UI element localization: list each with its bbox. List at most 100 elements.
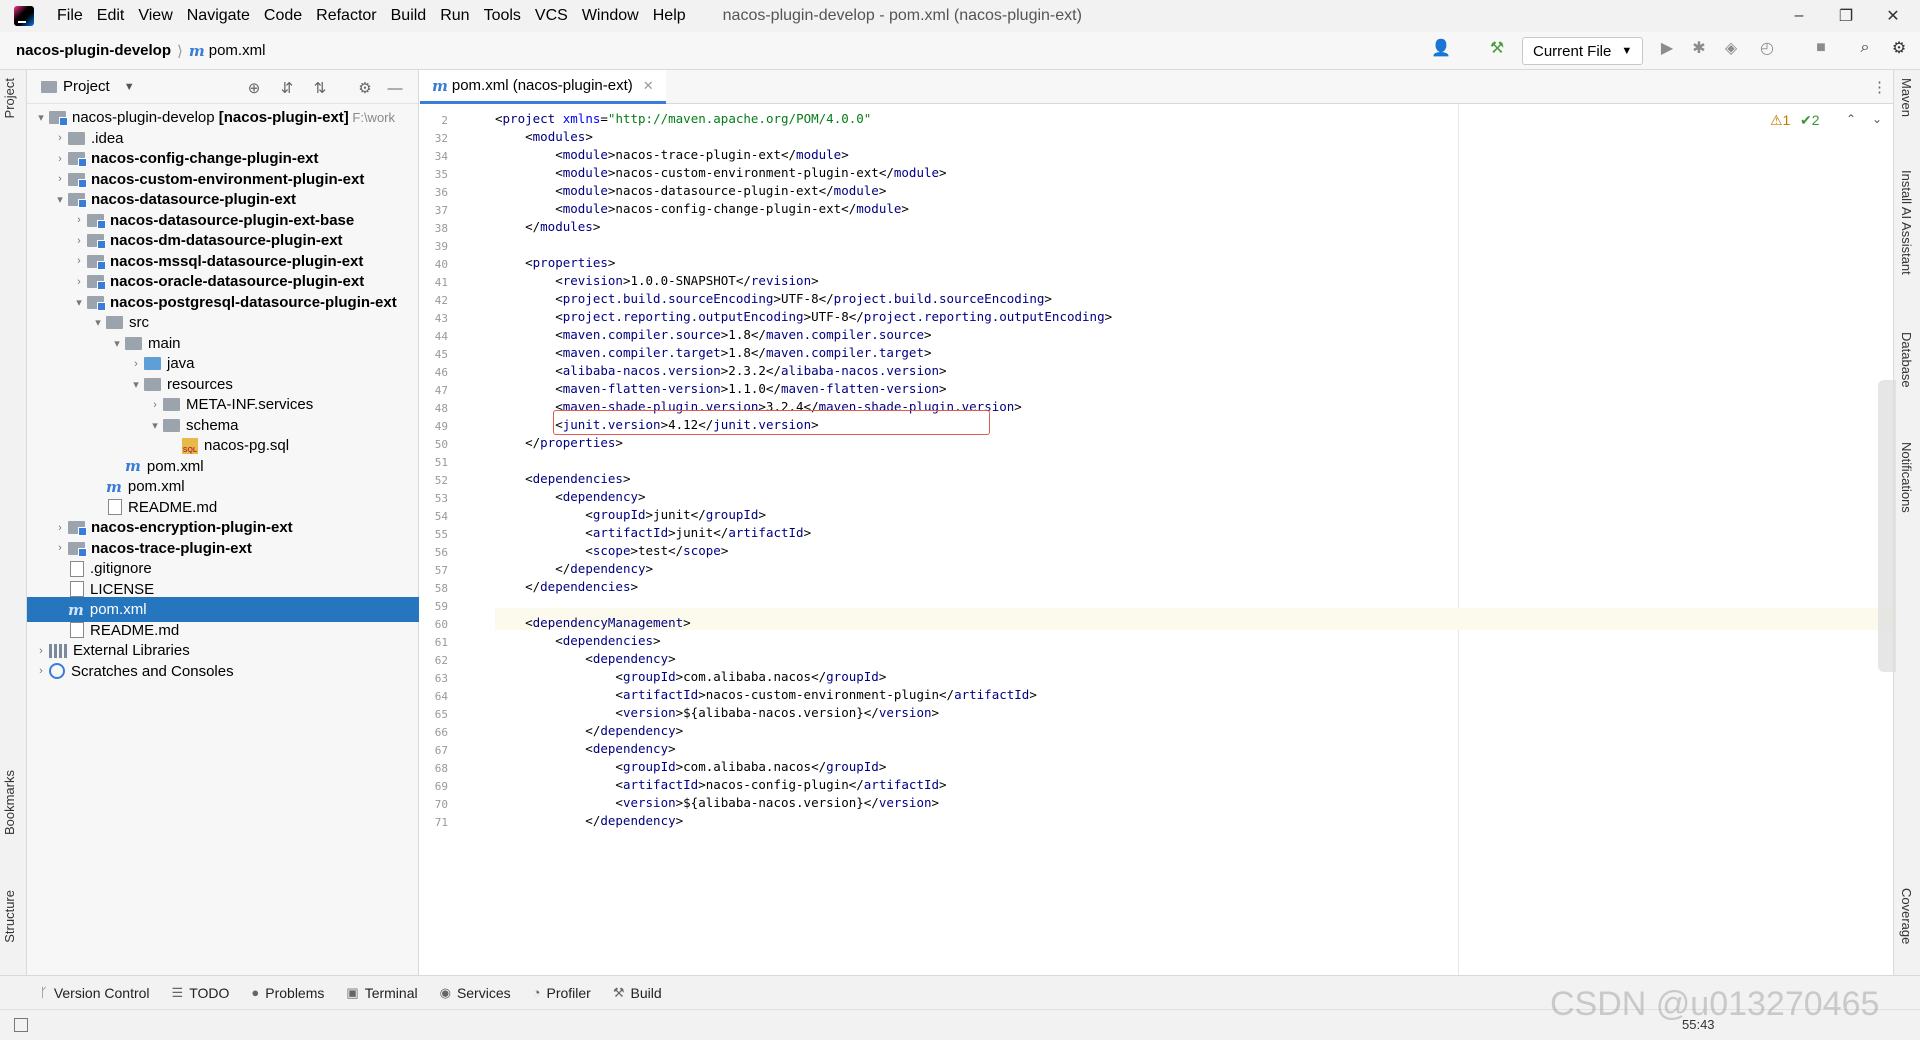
- breadcrumb-project[interactable]: nacos-plugin-develop: [16, 42, 171, 59]
- tool-window-terminal[interactable]: ▣ Terminal: [346, 985, 417, 1001]
- project-tool-tab[interactable]: Project: [2, 78, 17, 118]
- close-window-button[interactable]: ✕: [1870, 0, 1916, 32]
- next-highlight-icon[interactable]: ⌄: [1872, 112, 1882, 126]
- chevron-down-icon[interactable]: ▾: [52, 193, 68, 206]
- close-tab-icon[interactable]: ✕: [643, 78, 654, 94]
- chevron-right-icon[interactable]: ›: [52, 153, 68, 165]
- more-options-icon[interactable]: ⋮: [1872, 78, 1887, 96]
- inspection-ok-count[interactable]: ✔2: [1800, 112, 1820, 129]
- chevron-right-icon[interactable]: ›: [147, 399, 163, 411]
- tab-pom-xml[interactable]: m pom.xml (nacos-plugin-ext) ✕: [420, 70, 666, 104]
- warning-count[interactable]: ⚠1: [1770, 112, 1790, 129]
- menu-item-help[interactable]: Help: [646, 0, 693, 32]
- menu-item-view[interactable]: View: [131, 0, 179, 32]
- code-line[interactable]: </properties>: [495, 432, 623, 454]
- collapse-all-icon[interactable]: ⇅: [310, 78, 330, 98]
- line-number: 58: [434, 582, 448, 595]
- hide-panel-icon[interactable]: —: [385, 78, 405, 98]
- chevron-down-icon[interactable]: ▾: [90, 316, 106, 329]
- chevron-right-icon[interactable]: ›: [52, 173, 68, 185]
- user-icon[interactable]: 👤: [1430, 37, 1452, 59]
- run-config-select[interactable]: Current File ▼: [1522, 37, 1643, 65]
- chevron-right-icon[interactable]: ›: [33, 645, 49, 657]
- module-folder-icon: [87, 254, 106, 270]
- menu-item-window[interactable]: Window: [575, 0, 646, 32]
- project-panel-title[interactable]: Project: [63, 78, 110, 95]
- menu-item-tools[interactable]: Tools: [477, 0, 528, 32]
- menu-item-build[interactable]: Build: [384, 0, 434, 32]
- settings-gear-icon[interactable]: ⚙: [1888, 37, 1910, 59]
- menu-item-refactor[interactable]: Refactor: [309, 0, 383, 32]
- build-hammer-icon[interactable]: ⚒: [1486, 37, 1508, 59]
- coverage-tool-tab[interactable]: Coverage: [1899, 888, 1914, 944]
- chevron-right-icon[interactable]: ›: [71, 235, 87, 247]
- stop-icon[interactable]: ■: [1810, 37, 1832, 59]
- menu-item-vcs[interactable]: VCS: [528, 0, 575, 32]
- chevron-right-icon[interactable]: ›: [71, 214, 87, 226]
- menu-item-file[interactable]: File: [50, 0, 90, 32]
- breadcrumb-file[interactable]: pom.xml: [209, 42, 266, 59]
- tool-window-version-control[interactable]: ᚴ Version Control: [40, 985, 150, 1001]
- tree-item[interactable]: › Scratches and Consoles: [27, 659, 419, 684]
- tree-item-label: main: [148, 334, 181, 352]
- prev-highlight-icon[interactable]: ⌃: [1846, 112, 1856, 126]
- coverage-run-icon[interactable]: ◈: [1720, 37, 1742, 59]
- line-number: 35: [434, 168, 448, 181]
- tool-window-todo[interactable]: ☰ TODO: [172, 985, 230, 1001]
- debug-icon[interactable]: ✱: [1688, 37, 1710, 59]
- chevron-right-icon[interactable]: ›: [128, 358, 144, 370]
- locate-file-icon[interactable]: ⊕: [244, 78, 264, 98]
- database-tool-tab[interactable]: Database: [1899, 332, 1914, 388]
- code-editor[interactable]: 2 <project xmlns="http://maven.apache.org…: [420, 104, 1893, 975]
- chevron-right-icon[interactable]: ›: [71, 276, 87, 288]
- notifications-tool-tab[interactable]: Notifications: [1899, 442, 1914, 513]
- tree-item-label: nacos-datasource-plugin-ext-base: [110, 211, 355, 229]
- chevron-right-icon[interactable]: ›: [52, 542, 68, 554]
- structure-tool-tab[interactable]: Structure: [2, 890, 17, 943]
- chevron-down-icon[interactable]: ▼: [124, 81, 135, 93]
- module-folder-icon: [68, 152, 87, 167]
- expand-all-icon[interactable]: ⇵: [277, 78, 297, 98]
- line-number: 50: [434, 438, 448, 451]
- search-icon[interactable]: ⌕: [1854, 37, 1876, 59]
- tree-item-label: pom.xml: [89, 601, 147, 618]
- chevron-right-icon[interactable]: ›: [33, 665, 49, 677]
- code-line[interactable]: </dependencies>: [495, 576, 638, 598]
- ai-assistant-tool-tab[interactable]: Install AI Assistant: [1899, 170, 1914, 275]
- line-number: 64: [434, 690, 448, 703]
- tool-window-problems[interactable]: ● Problems: [251, 985, 324, 1001]
- chevron-down-icon[interactable]: ▾: [147, 419, 163, 432]
- menu-item-run[interactable]: Run: [433, 0, 476, 32]
- code-line[interactable]: </dependency>: [495, 810, 683, 832]
- chevron-down-icon[interactable]: ▾: [128, 378, 144, 391]
- layout-toggle-icon[interactable]: [14, 1018, 28, 1032]
- minimize-button[interactable]: –: [1776, 0, 1822, 32]
- maven-file-icon: m: [68, 600, 84, 619]
- profile-icon[interactable]: ◴: [1756, 37, 1778, 59]
- maven-tool-tab[interactable]: Maven: [1899, 78, 1914, 117]
- run-icon[interactable]: ▶: [1656, 37, 1678, 59]
- tree-item-label: META-INF.services: [186, 396, 314, 413]
- line-number: 59: [434, 600, 448, 613]
- module-folder-icon: [87, 213, 106, 229]
- code-line[interactable]: </modules>: [495, 216, 600, 238]
- chevron-down-icon[interactable]: ▾: [109, 337, 125, 350]
- bookmarks-tool-tab[interactable]: Bookmarks: [2, 770, 17, 835]
- menu-item-code[interactable]: Code: [257, 0, 309, 32]
- text-file-icon: [70, 622, 84, 638]
- chevron-right-icon[interactable]: ›: [71, 255, 87, 267]
- chevron-down-icon[interactable]: ▾: [71, 296, 87, 309]
- left-tool-strip: Project Bookmarks Structure: [0, 70, 27, 975]
- main-menu: File Edit View Navigate Code Refactor Build Run…: [50, 0, 693, 32]
- maximize-button[interactable]: ❐: [1823, 0, 1869, 32]
- floating-toolbar[interactable]: [1878, 380, 1896, 672]
- gear-icon[interactable]: ⚙: [355, 78, 375, 98]
- tool-window-build[interactable]: ⚒ Build: [613, 985, 662, 1001]
- menu-item-navigate[interactable]: Navigate: [180, 0, 257, 32]
- chevron-down-icon[interactable]: ▾: [33, 111, 49, 124]
- tool-window-services[interactable]: ◉ Services: [440, 985, 511, 1001]
- tool-window-profiler[interactable]: ◔ Profiler: [533, 985, 591, 1001]
- chevron-right-icon[interactable]: ›: [52, 522, 68, 534]
- chevron-right-icon[interactable]: ›: [52, 132, 68, 144]
- menu-item-edit[interactable]: Edit: [90, 0, 132, 32]
